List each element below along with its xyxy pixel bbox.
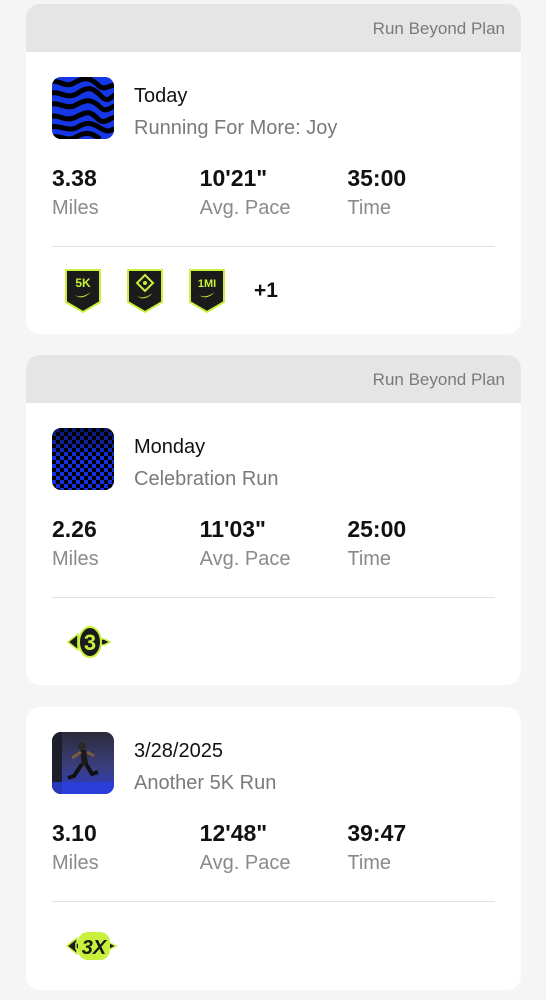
run-name: Running For More: Joy [134,117,338,139]
pace-value: 10'21" [199,165,268,191]
run-stats: 2.26 Miles 11'03" Avg. Pace 25:00 Time [52,515,495,571]
pace-stat: 12'48" Avg. Pace [200,819,348,875]
time-stat: 39:47 Time [347,819,495,875]
achievement-badges[interactable]: 3X [52,902,495,990]
time-value: 25:00 [347,516,407,542]
distance-value: 2.26 [52,516,97,542]
plan-label: Run Beyond Plan [372,370,505,389]
3x-badge-text: 3X [82,937,108,959]
pace-stat: 11'03" Avg. Pace [200,515,348,571]
run-date: Today [134,85,188,107]
3-streak-badge-text: 3 [84,630,96,655]
distance-stat: 3.38 Miles [52,164,200,220]
time-label: Time [347,852,392,874]
card-header: Run Beyond Plan [26,4,521,52]
run-stats: 3.38 Miles 10'21" Avg. Pace 35:00 Time [52,164,495,220]
1mi-badge-text: 1MI [198,278,216,290]
activity-card-1[interactable]: Run Beyond Plan Today Running For More: … [26,4,521,334]
achievement-badges[interactable]: 3 [52,598,495,685]
run-name: Another 5K Run [134,772,277,794]
3x-arrow-badge-icon[interactable]: 3X [64,926,118,966]
5k-badge-icon[interactable]: 5K [64,268,102,314]
activity-card-2[interactable]: Run Beyond Plan Monday Celebration Run 2… [26,355,521,685]
time-stat: 35:00 Time [347,164,495,220]
pace-label: Avg. Pace [199,852,291,874]
plan-label: Run Beyond Plan [372,19,505,38]
distance-stat: 3.10 Miles [52,819,200,875]
diamond-badge-icon[interactable] [126,268,164,314]
pace-value: 11'03" [199,516,266,542]
run-name: Celebration Run [134,468,279,490]
distance-label: Miles [52,197,99,219]
time-stat: 25:00 Time [347,515,495,571]
5k-badge-text: 5K [75,276,91,290]
run-stats: 3.10 Miles 12'48" Avg. Pace 39:47 Time [52,819,495,875]
run-thumbnail [52,77,114,139]
pace-label: Avg. Pace [199,197,291,219]
3-streak-arrow-badge-icon[interactable]: 3 [64,622,112,662]
run-date: Monday [134,436,206,458]
distance-value: 3.10 [52,820,97,846]
time-value: 39:47 [347,820,407,846]
pace-value: 12'48" [199,820,268,846]
run-thumbnail [52,732,114,794]
time-label: Time [347,548,392,570]
distance-label: Miles [52,548,99,570]
time-value: 35:00 [347,165,407,191]
run-thumbnail [52,428,114,490]
run-date: 3/28/2025 [134,740,223,762]
activity-card-3[interactable]: 3/28/2025 Another 5K Run 3.10 Miles 12'4… [26,707,521,990]
distance-value: 3.38 [52,165,97,191]
time-label: Time [347,197,392,219]
distance-label: Miles [52,852,99,874]
pace-stat: 10'21" Avg. Pace [200,164,348,220]
card-header: Run Beyond Plan [26,355,521,403]
1mi-badge-icon[interactable]: 1MI [188,268,226,314]
pace-label: Avg. Pace [199,548,291,570]
distance-stat: 2.26 Miles [52,515,200,571]
achievement-badges[interactable]: 5K 1MI +1 [52,247,495,334]
more-badges-count[interactable]: +1 [254,279,278,303]
